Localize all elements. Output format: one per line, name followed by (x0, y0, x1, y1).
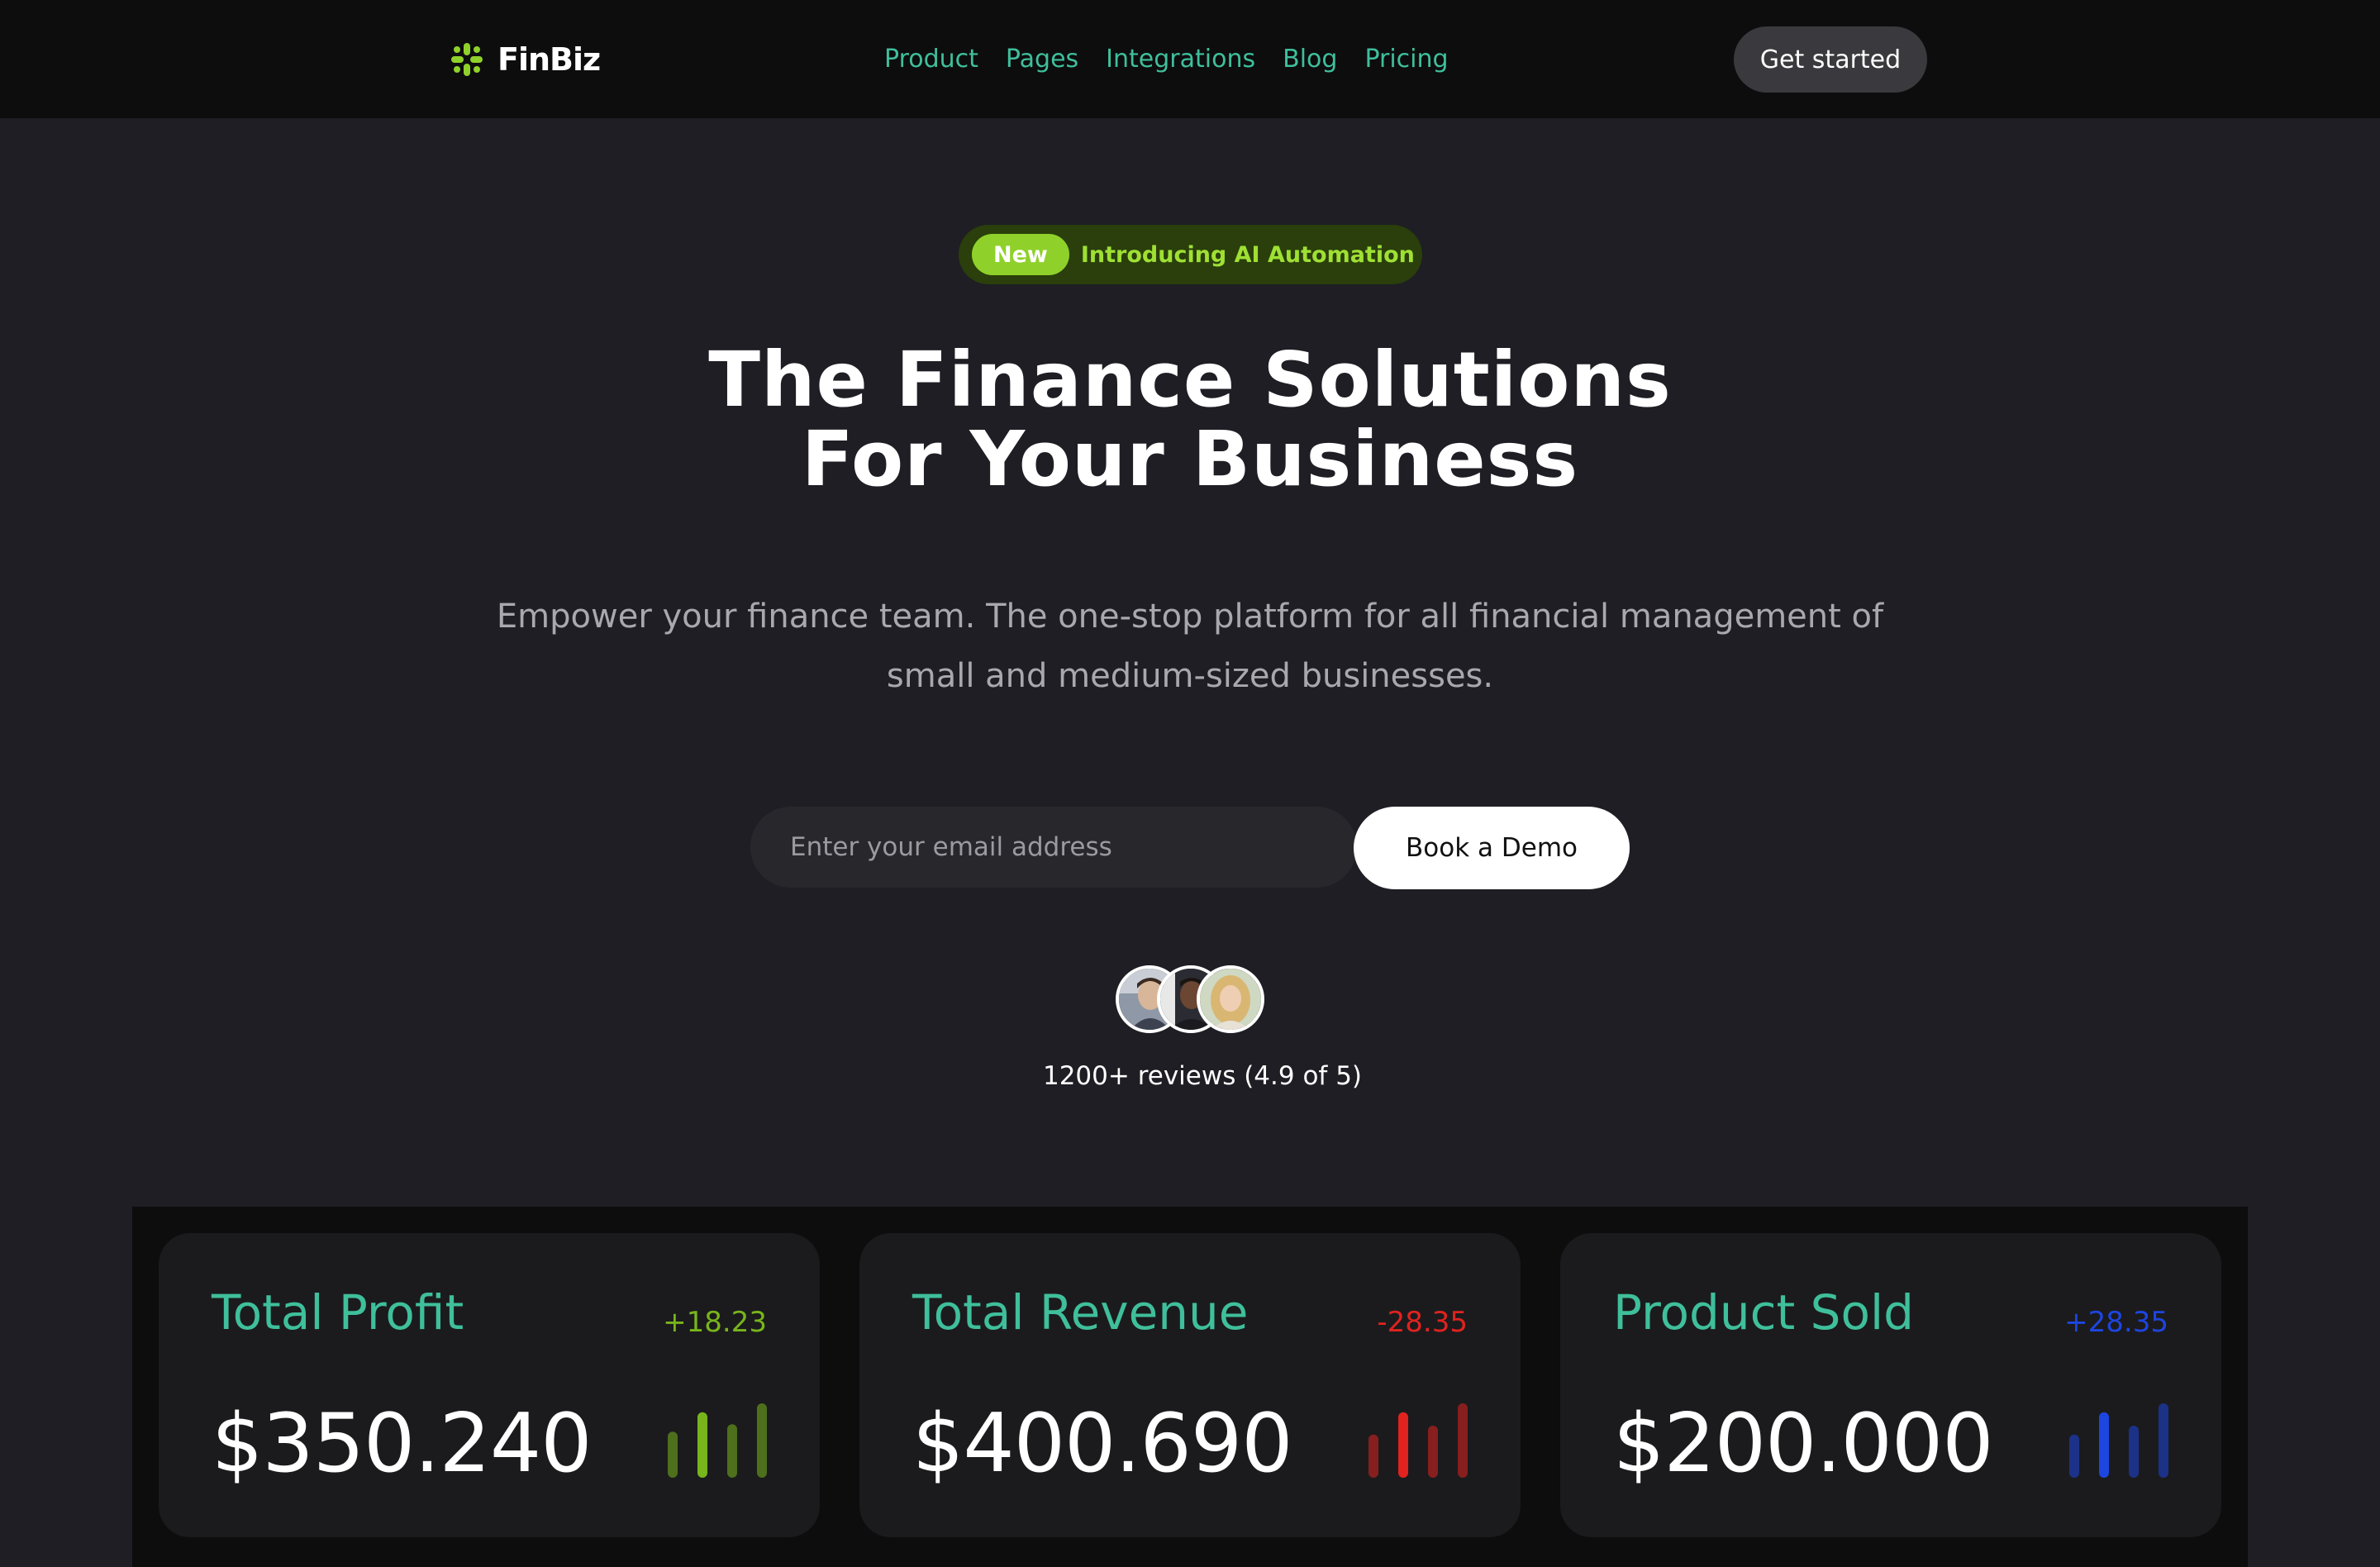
bar-chart-bar (2129, 1426, 2139, 1478)
bar-chart-icon (668, 1403, 767, 1478)
stat-change: +28.35 (2064, 1306, 2168, 1339)
nav-item-blog[interactable]: Blog (1283, 45, 1337, 74)
avatar (1197, 965, 1264, 1033)
nav-item-pages[interactable]: Pages (1006, 45, 1078, 74)
stat-title: Total Profit (212, 1284, 464, 1341)
stat-card-product-sold: Product Sold +28.35 $200.000 (1560, 1233, 2221, 1537)
new-pill: New (972, 234, 1069, 275)
bar-chart-bar (697, 1412, 707, 1478)
stat-value: $400.690 (912, 1397, 1293, 1491)
brand-name: FinBiz (497, 41, 601, 78)
get-started-button[interactable]: Get started (1734, 26, 1927, 93)
bar-chart-icon (2069, 1403, 2168, 1478)
bar-chart-bar (1458, 1403, 1468, 1478)
hero-subtitle: Empower your finance team. The one-stop … (496, 598, 1884, 695)
bar-chart-icon (1368, 1403, 1468, 1478)
announcement-text: Introducing AI Automation (1080, 241, 1415, 268)
announcement-badge[interactable]: New Introducing AI Automation (959, 225, 1422, 284)
book-demo-button[interactable]: Book a Demo (1354, 807, 1630, 889)
bar-chart-bar (727, 1424, 737, 1478)
stats-panel: Total Profit +18.23 $350.240 Total Reven… (132, 1207, 2248, 1567)
bar-chart-bar (1368, 1434, 1378, 1478)
hero-title-line-2: For Your Business (801, 415, 1579, 503)
stat-title: Product Sold (1613, 1284, 1914, 1341)
stat-value: $350.240 (212, 1397, 593, 1491)
bar-chart-bar (1428, 1426, 1438, 1478)
hero-title-line-1: The Finance Solutions (708, 336, 1672, 424)
bar-chart-bar (2069, 1434, 2079, 1478)
bar-chart-bar (757, 1403, 767, 1478)
nav-item-product[interactable]: Product (884, 45, 978, 74)
nav-item-pricing[interactable]: Pricing (1364, 45, 1448, 74)
stat-change: -28.35 (1377, 1306, 1468, 1339)
reviewer-avatars (1116, 965, 1264, 1035)
nav-item-integrations[interactable]: Integrations (1106, 45, 1255, 74)
stat-card-total-revenue: Total Revenue -28.35 $400.690 (859, 1233, 1521, 1537)
bar-chart-bar (1398, 1412, 1408, 1478)
bar-chart-bar (2159, 1403, 2168, 1478)
logo[interactable]: FinBiz (451, 36, 601, 83)
stat-card-total-profit: Total Profit +18.23 $350.240 (159, 1233, 820, 1537)
hero-title: The Finance Solutions For Your Business (0, 341, 2380, 499)
bar-chart-bar (2099, 1412, 2109, 1478)
bar-chart-bar (668, 1431, 678, 1478)
stat-value: $200.000 (1613, 1397, 1994, 1491)
stat-change: +18.23 (663, 1306, 767, 1339)
logo-icon (451, 43, 483, 76)
email-input[interactable] (750, 807, 1357, 888)
stat-title: Total Revenue (912, 1284, 1249, 1341)
reviews-count: 1200+ reviews (4.9 of 5) (1042, 1061, 1363, 1091)
site-header: FinBiz Product Pages Integrations Blog P… (0, 0, 2380, 118)
main-nav: Product Pages Integrations Blog Pricing (884, 40, 1449, 78)
